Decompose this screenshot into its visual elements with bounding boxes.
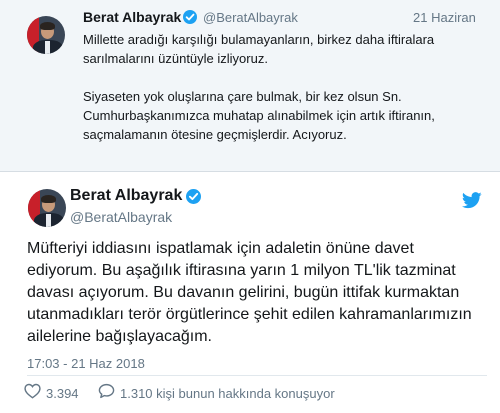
like-count: 3.394 — [46, 385, 79, 401]
conversation-button[interactable]: 1.310 kişi bunun hakkında konuşuyor — [98, 383, 335, 404]
like-button[interactable]: 3.394 — [24, 383, 79, 404]
tweet-text: Müfteriyi iddiasını ispatlamak için adal… — [27, 240, 472, 345]
avatar[interactable] — [27, 16, 65, 54]
verified-badge-icon — [183, 10, 197, 24]
twitter-bird-icon[interactable] — [461, 192, 482, 209]
author-name[interactable]: Berat Albayrak — [70, 187, 182, 205]
verified-badge-icon — [186, 189, 201, 204]
tweet-date[interactable]: 21 Haziran — [413, 10, 476, 25]
tweet-timestamp[interactable]: 17:03 - 21 Haz 2018 — [27, 356, 145, 371]
divider — [27, 375, 487, 376]
author-handle[interactable]: @BeratAlbayrak — [70, 209, 172, 225]
avatar[interactable] — [28, 189, 66, 227]
tweet-text: Millette aradığı karşılığı bulamayanları… — [83, 30, 483, 144]
speech-bubble-icon — [98, 383, 115, 404]
tweet-paragraph: Siyaseten yok oluşlarına çare bulmak, bi… — [83, 89, 435, 142]
tweet-paragraph: Millette aradığı karşılığı bulamayanları… — [83, 32, 435, 66]
conversation-label: 1.310 kişi bunun hakkında konuşuyor — [120, 385, 335, 401]
author-handle[interactable]: @BeratAlbayrak — [203, 10, 298, 25]
quoted-tweet[interactable]: Berat Albayrak @BeratAlbayrak 21 Haziran… — [0, 0, 500, 172]
heart-icon — [24, 383, 41, 404]
author-name[interactable]: Berat Albayrak — [83, 9, 181, 25]
